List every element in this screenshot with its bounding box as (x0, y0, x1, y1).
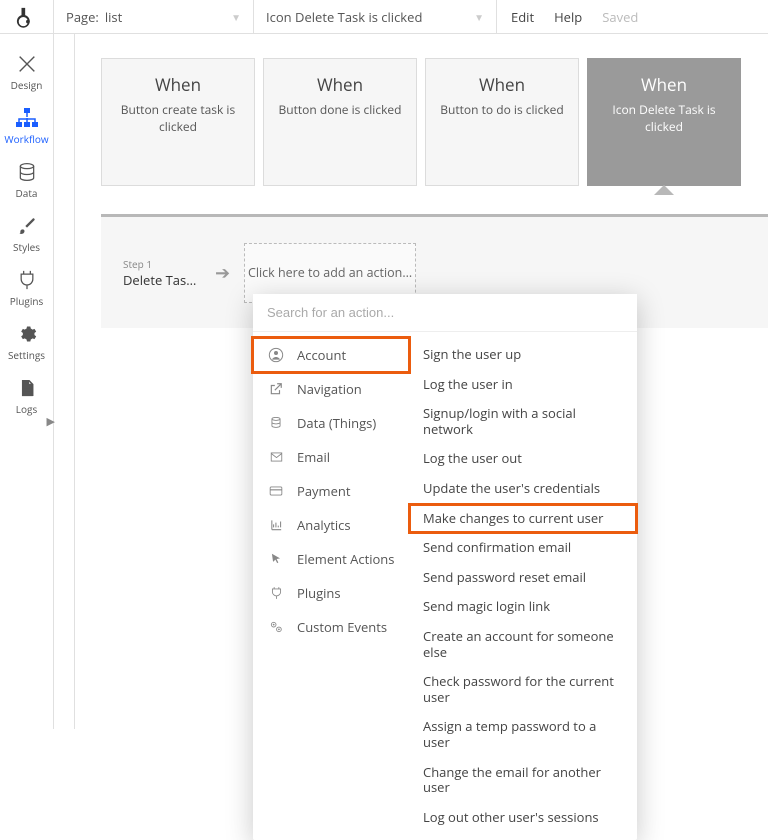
category-plugins[interactable]: Plugins (253, 576, 409, 610)
rail-plugins[interactable]: Plugins (0, 262, 54, 314)
event-card-3[interactable]: When Icon Delete Task is clicked (587, 58, 741, 186)
action-item[interactable]: Log out other user's sessions (409, 803, 637, 833)
menu-help[interactable]: Help (554, 8, 582, 26)
page-dropdown[interactable]: Page: list ▼ (54, 0, 254, 34)
event-card-0[interactable]: When Button create task is clicked (101, 58, 255, 186)
action-item[interactable]: Check password for the current user (409, 667, 637, 712)
category-list: Account Navigation Data (Things) Email P… (253, 332, 409, 840)
rail-logs[interactable]: Logs (0, 370, 54, 422)
workflow-dropdown-value: Icon Delete Task is clicked (266, 8, 422, 26)
page-dropdown-value: list (105, 8, 122, 26)
category-custom-events[interactable]: Custom Events (253, 610, 409, 644)
action-item[interactable]: Send confirmation email (409, 533, 637, 563)
brush-icon (17, 214, 37, 238)
step-1[interactable]: Step 1 Delete Task... ➔ (123, 257, 230, 289)
user-circle-icon (267, 347, 285, 363)
category-element-actions[interactable]: Element Actions (253, 542, 409, 576)
expand-rail-icon[interactable]: ▶ (47, 414, 55, 429)
category-email[interactable]: Email (253, 440, 409, 474)
status-saved: Saved (602, 8, 638, 26)
rail-styles[interactable]: Styles (0, 208, 54, 260)
rail-data[interactable]: Data (0, 154, 54, 206)
workflow-icon (15, 106, 39, 130)
card-icon (267, 484, 285, 498)
category-analytics[interactable]: Analytics (253, 508, 409, 542)
gear-icon (17, 322, 37, 346)
action-item[interactable]: Log the user in (409, 370, 637, 400)
category-data[interactable]: Data (Things) (253, 406, 409, 440)
workflow-dropdown[interactable]: Icon Delete Task is clicked ▼ (254, 0, 497, 34)
left-rail: Design Workflow Data Styles Plugins Sett… (0, 34, 54, 729)
database-icon (267, 416, 285, 430)
category-navigation[interactable]: Navigation (253, 372, 409, 406)
action-item[interactable]: Assign a temp password to a user (409, 712, 637, 757)
gears-icon (267, 620, 285, 634)
top-bar: Page: list ▼ Icon Delete Task is clicked… (0, 0, 768, 34)
rail-settings[interactable]: Settings (0, 316, 54, 368)
action-item[interactable]: Create an account for someone else (409, 622, 637, 667)
workflow-canvas: When Button create task is clicked When … (75, 34, 768, 729)
events-row: When Button create task is clicked When … (75, 34, 768, 186)
plug-icon (267, 586, 285, 600)
action-item[interactable]: Change the email for another user (409, 758, 637, 803)
database-icon (17, 160, 37, 184)
action-item[interactable]: Send magic login link (409, 592, 637, 622)
action-item[interactable]: Sign the user up (409, 340, 637, 370)
event-card-2[interactable]: When Button to do is clicked (425, 58, 579, 186)
document-icon (18, 376, 36, 400)
bubble-logo-icon (16, 6, 38, 28)
bubble-logo[interactable] (0, 0, 54, 34)
rail-design[interactable]: Design (0, 46, 54, 98)
menu-edit[interactable]: Edit (511, 8, 534, 26)
search-input[interactable] (253, 294, 637, 332)
action-item[interactable]: Signup/login with a social network (409, 399, 637, 444)
action-item[interactable]: Update the user's credentials (409, 474, 637, 504)
event-card-1[interactable]: When Button done is clicked (263, 58, 417, 186)
arrow-right-icon: ➔ (215, 261, 230, 285)
rail-workflow[interactable]: Workflow (0, 100, 54, 152)
chart-icon (267, 518, 285, 532)
chevron-down-icon: ▼ (231, 10, 241, 24)
cursor-icon (267, 552, 285, 566)
plug-icon (16, 268, 38, 292)
design-icon (16, 52, 38, 76)
chevron-down-icon: ▼ (474, 10, 484, 24)
category-payment[interactable]: Payment (253, 474, 409, 508)
action-item[interactable]: Log the user out (409, 444, 637, 474)
selected-pointer-icon (654, 185, 674, 195)
action-item[interactable]: Send password reset email (409, 563, 637, 593)
envelope-icon (267, 450, 285, 464)
category-account[interactable]: Account (253, 338, 409, 372)
page-dropdown-label: Page: (66, 8, 99, 26)
external-link-icon (267, 382, 285, 396)
actions-list: Sign the user up Log the user in Signup/… (409, 332, 637, 840)
action-item[interactable]: Make changes to current user (409, 504, 637, 534)
action-picker: Account Navigation Data (Things) Email P… (253, 294, 637, 840)
